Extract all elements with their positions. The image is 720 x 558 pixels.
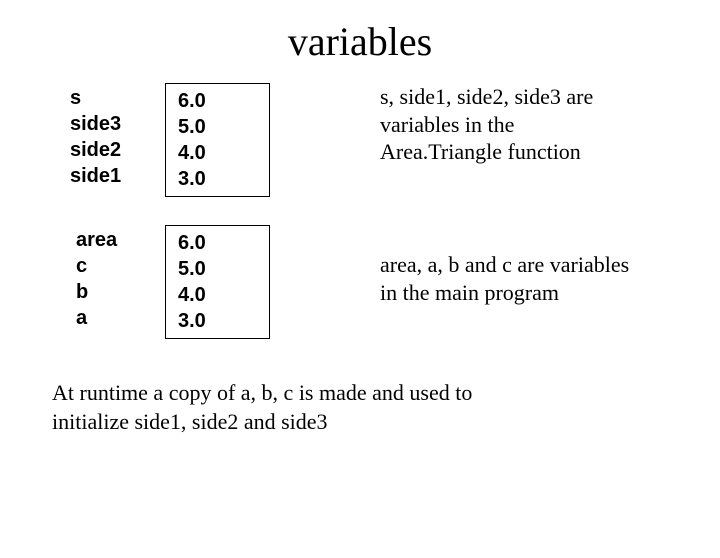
footer-text: At runtime a copy of a, b, c is made and… xyxy=(0,379,560,436)
valuebox-1: 6.0 5.0 4.0 3.0 xyxy=(165,83,270,197)
varname: side3 xyxy=(70,111,165,137)
varname: side2 xyxy=(70,137,165,163)
varname: side1 xyxy=(70,163,165,189)
varname: s xyxy=(70,85,165,111)
value: 3.0 xyxy=(178,166,257,192)
varname: area xyxy=(76,227,165,253)
value: 4.0 xyxy=(178,140,257,166)
value: 5.0 xyxy=(178,114,257,140)
desc-1: s, side1, side2, side3 are variables in … xyxy=(380,83,640,166)
value: 6.0 xyxy=(178,230,257,256)
value: 3.0 xyxy=(178,308,257,334)
value: 5.0 xyxy=(178,256,257,282)
block-main-vars: area c b a 6.0 5.0 4.0 3.0 area, a, b an… xyxy=(70,225,660,339)
valuebox-2: 6.0 5.0 4.0 3.0 xyxy=(165,225,270,339)
varname: c xyxy=(76,253,165,279)
varname: b xyxy=(76,279,165,305)
desc-2: area, a, b and c are variables in the ma… xyxy=(380,225,640,306)
value: 6.0 xyxy=(178,88,257,114)
block-triangle-vars: s side3 side2 side1 6.0 5.0 4.0 3.0 s, s… xyxy=(70,83,660,197)
varnames-2: area c b a xyxy=(70,225,165,331)
page-title: variables xyxy=(0,18,720,65)
content-area: s side3 side2 side1 6.0 5.0 4.0 3.0 s, s… xyxy=(0,83,720,339)
value: 4.0 xyxy=(178,282,257,308)
varname: a xyxy=(76,305,165,331)
varnames-1: s side3 side2 side1 xyxy=(70,83,165,189)
